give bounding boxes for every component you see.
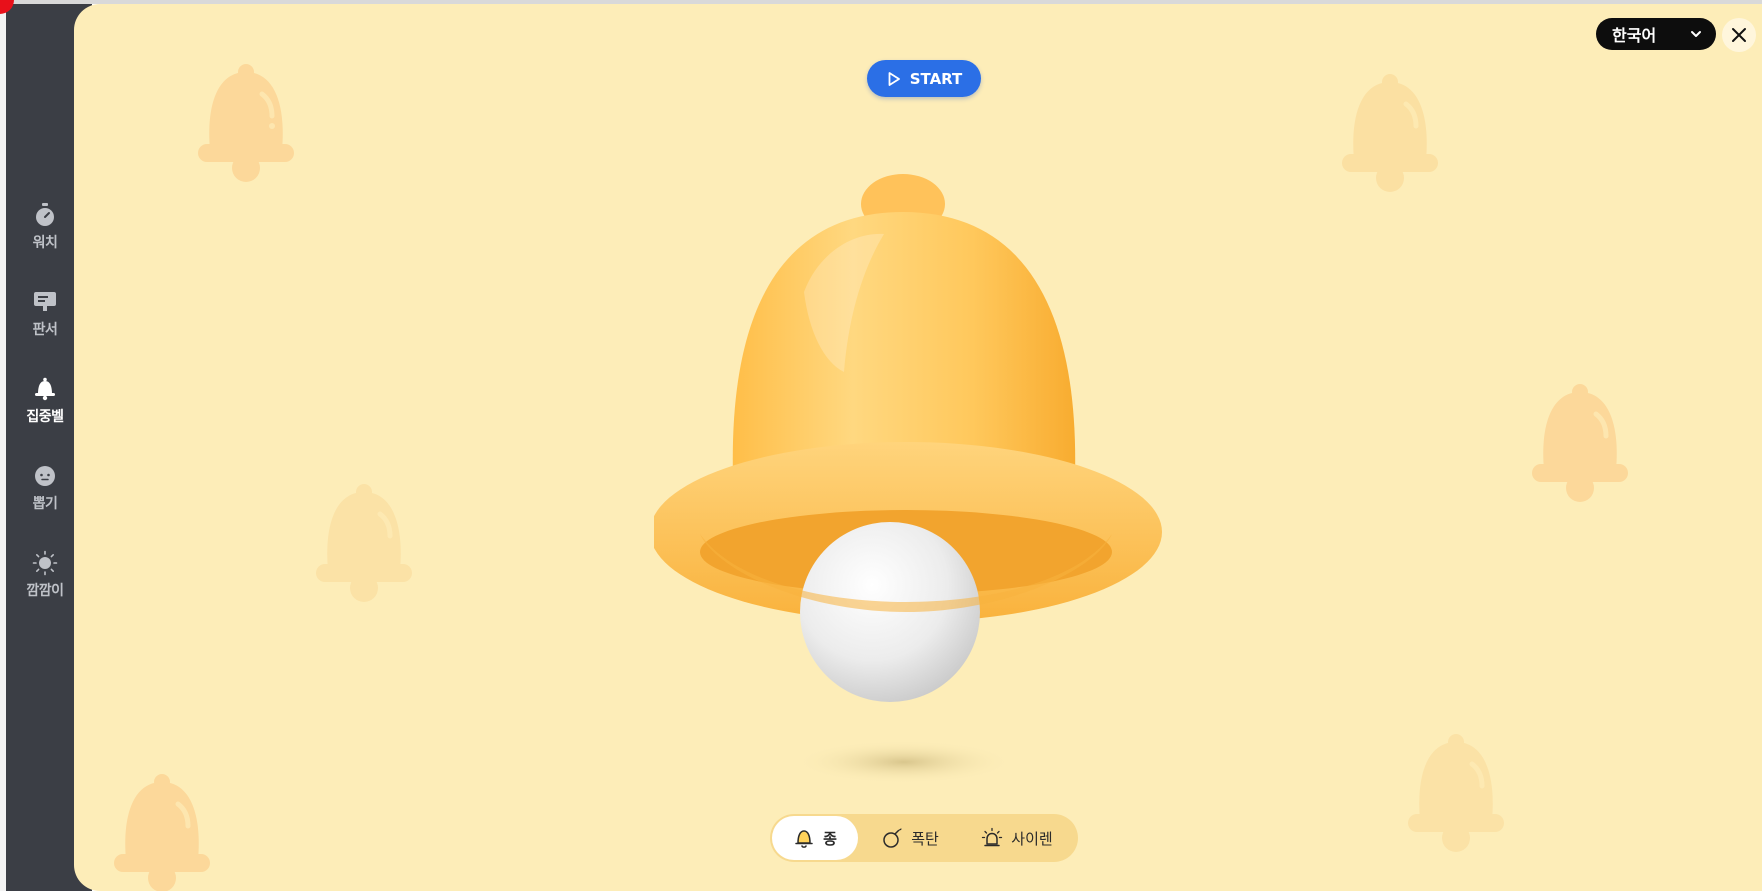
sidebar-item-watch[interactable]: 워치 xyxy=(12,202,78,272)
background-bell-icon xyxy=(1408,734,1504,852)
start-label: START xyxy=(909,69,963,88)
sound-option-bell[interactable]: 종 xyxy=(772,816,858,860)
sidebar-item-board[interactable]: 판서 xyxy=(12,289,78,359)
background-bell-icon xyxy=(198,64,294,182)
sidebar-item-label: 집중벨 xyxy=(26,409,64,425)
play-icon xyxy=(888,71,900,86)
background-bell-icon xyxy=(1532,384,1628,502)
sidebar-item-focus-bell[interactable]: 집중벨 xyxy=(12,376,78,446)
sound-option-siren[interactable]: 사이렌 xyxy=(962,816,1072,860)
sound-option-label: 사이렌 xyxy=(1011,829,1053,848)
sidebar-item-label: 깜깜이 xyxy=(26,583,64,599)
start-button[interactable]: START xyxy=(867,60,981,97)
sidebar-item-draw[interactable]: 뽑기 xyxy=(12,463,78,533)
board-icon xyxy=(34,292,56,311)
stopwatch-icon xyxy=(36,203,54,226)
close-button[interactable] xyxy=(1722,18,1756,52)
sidebar-item-label: 판서 xyxy=(32,322,58,338)
sidebar-item-dark[interactable]: 깜깜이 xyxy=(12,550,78,620)
background-bell-icon xyxy=(1342,74,1438,192)
siren-icon xyxy=(982,827,1003,847)
sidebar-item-label: 뽑기 xyxy=(32,496,58,512)
language-select[interactable]: 한국어 xyxy=(1596,18,1716,50)
sun-icon xyxy=(32,550,58,576)
bell-icon xyxy=(35,377,55,401)
app-window: 워치 판서 집중벨 뽑기 깜깜이 START 한국어 종 폭탄 사이렌 xyxy=(0,0,1762,891)
chevron-down-icon xyxy=(1691,31,1701,37)
focus-bell-illustration[interactable] xyxy=(654,172,1214,812)
close-icon xyxy=(1732,28,1746,42)
face-icon xyxy=(35,466,55,486)
bomb-icon xyxy=(883,828,902,848)
background-bell-icon xyxy=(114,774,210,891)
bell-outline-icon xyxy=(795,830,813,848)
language-value: 한국어 xyxy=(1612,26,1657,45)
sound-option-label: 종 xyxy=(823,829,837,848)
sound-selector: 종 폭탄 사이렌 xyxy=(770,814,1078,862)
background-bell-icon xyxy=(316,484,412,602)
sound-option-bomb[interactable]: 폭탄 xyxy=(862,816,958,860)
focus-bell-stage: START 한국어 종 폭탄 사이렌 xyxy=(74,4,1762,891)
sound-option-label: 폭탄 xyxy=(911,829,939,848)
sidebar-item-label: 워치 xyxy=(32,235,58,251)
